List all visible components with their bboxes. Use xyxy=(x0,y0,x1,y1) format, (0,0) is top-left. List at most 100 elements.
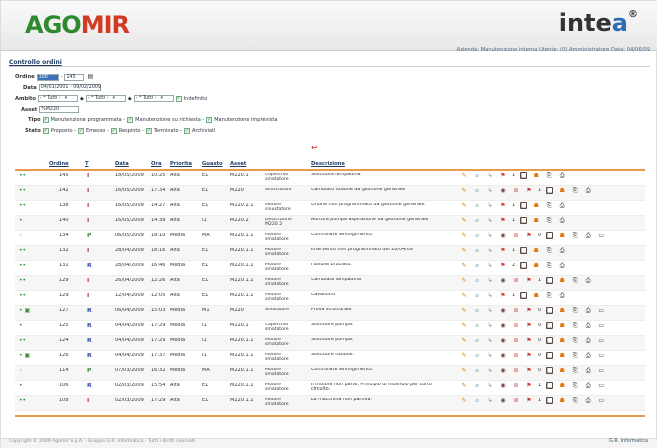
redirect-icon[interactable]: ↳ xyxy=(486,187,494,195)
folder-icon[interactable]: ☗ xyxy=(532,217,540,225)
col-asset[interactable]: Asset xyxy=(230,161,246,167)
table-row[interactable]: •• 129 I 26/04/2009 12:26 Alta E1 M220.1.1 Motor… xyxy=(15,276,645,291)
print-icon[interactable]: ⎙ xyxy=(584,232,592,240)
folder-icon[interactable]: ☗ xyxy=(558,397,566,405)
redirect-icon[interactable]: ↳ xyxy=(486,292,494,300)
table-row[interactable]: • ▣ 127 R 06/04/2009 15:03 Media M1 M220 Smatato… xyxy=(15,306,645,321)
document-icon[interactable]: ■ xyxy=(546,187,554,194)
redirect-icon[interactable]: ↳ xyxy=(486,232,494,240)
redirect-icon[interactable]: ↳ xyxy=(486,307,494,315)
ordine-from-input[interactable]: 100 xyxy=(36,73,59,81)
redirect-icon[interactable]: ↳ xyxy=(486,172,494,180)
redirect-icon[interactable]: ↳ xyxy=(486,247,494,255)
document-icon[interactable]: ■ xyxy=(546,277,554,284)
redirect-icon[interactable]: ↳ xyxy=(486,397,494,405)
stato-respinto-checkbox[interactable]: ✓ xyxy=(110,128,117,134)
flag-icon[interactable]: ⚑ xyxy=(525,352,533,360)
flag-icon[interactable]: ⚑ xyxy=(525,232,533,240)
cancel-icon[interactable]: ⊘ xyxy=(512,277,520,285)
flag-icon[interactable]: ⚑ xyxy=(525,322,533,330)
copy-icon[interactable]: ⎘ xyxy=(545,202,553,210)
attachment-icon[interactable]: ⌀ xyxy=(473,262,481,270)
ordine-to-input[interactable]: 145 xyxy=(64,73,85,81)
table-row[interactable]: •• 108 I 02/03/2009 17:29 Alta E1 M220.1.1 Motor… xyxy=(15,396,645,411)
stato-proposto-checkbox[interactable]: ✓ xyxy=(42,128,49,134)
tipo-programmata-checkbox[interactable]: ✓ xyxy=(42,117,49,123)
print-icon[interactable]: ⎙ xyxy=(584,367,592,375)
edit-icon[interactable]: ✎ xyxy=(460,397,468,405)
folder-icon[interactable]: ☗ xyxy=(532,262,540,270)
table-row[interactable]: ◦ 134 P 06/05/2009 18:10 Media MA M220.1.1 Motor… xyxy=(15,231,645,246)
copy-icon[interactable]: ⎘ xyxy=(545,217,553,225)
folder-icon[interactable]: ☗ xyxy=(532,202,540,210)
ambito-select-2[interactable]: - * Tutti - ▾ xyxy=(85,95,126,102)
folder-icon[interactable]: ☗ xyxy=(558,382,566,390)
folder-icon[interactable]: ☗ xyxy=(558,187,566,195)
print-icon[interactable]: ⎙ xyxy=(584,322,592,330)
folder-icon[interactable]: ☗ xyxy=(558,322,566,330)
attachment-icon[interactable]: ⌀ xyxy=(473,367,481,375)
attachment-icon[interactable]: ⌀ xyxy=(473,247,481,255)
archive-icon[interactable]: ▭ xyxy=(597,337,605,345)
table-row[interactable]: • ▣ 126 R 04/04/2009 17:37 Media I1 M220.1.1 Mot… xyxy=(15,351,645,366)
copy-icon[interactable]: ⎘ xyxy=(571,232,579,240)
cancel-icon[interactable]: ⊘ xyxy=(512,322,520,330)
redirect-icon[interactable]: ↳ xyxy=(486,262,494,270)
document-icon[interactable]: ■ xyxy=(546,232,554,239)
document-icon[interactable]: ■ xyxy=(546,337,554,344)
folder-icon[interactable]: ☗ xyxy=(532,247,540,255)
flag-icon[interactable]: ⚑ xyxy=(499,202,507,210)
col-priorita[interactable]: Priorita xyxy=(170,161,192,167)
copy-icon[interactable]: ⎘ xyxy=(571,187,579,195)
edit-icon[interactable]: ✎ xyxy=(460,232,468,240)
document-icon[interactable]: ■ xyxy=(520,247,528,254)
table-row[interactable]: • 106 R 02/03/2009 15:54 Alta E1 M220.1.1 Motore… xyxy=(15,381,645,396)
document-icon[interactable]: ■ xyxy=(520,262,528,269)
document-icon[interactable]: ■ xyxy=(546,382,554,389)
folder-icon[interactable]: ☗ xyxy=(558,277,566,285)
cancel-icon[interactable]: ⊘ xyxy=(512,367,520,375)
cancel-icon[interactable]: ⊘ xyxy=(512,337,520,345)
attachment-icon[interactable]: ⌀ xyxy=(473,352,481,360)
flag-icon[interactable]: ⚑ xyxy=(525,187,533,195)
attachment-icon[interactable]: ⌀ xyxy=(473,232,481,240)
copy-icon[interactable]: ⎘ xyxy=(571,337,579,345)
copy-icon[interactable]: ⎘ xyxy=(571,397,579,405)
material-icon[interactable]: ◉ xyxy=(499,187,507,195)
archive-icon[interactable]: ▭ xyxy=(597,322,605,330)
redirect-icon[interactable]: ↳ xyxy=(486,202,494,210)
tipo-imprevista-checkbox[interactable]: ✓ xyxy=(206,117,213,123)
material-icon[interactable]: ◉ xyxy=(499,307,507,315)
print-icon[interactable]: ⎙ xyxy=(558,202,566,210)
attachment-icon[interactable]: ⌀ xyxy=(473,322,481,330)
calculator-icon[interactable]: ▤ xyxy=(86,73,94,81)
document-icon[interactable]: ■ xyxy=(546,307,554,314)
document-icon[interactable]: ■ xyxy=(546,367,554,374)
attachment-icon[interactable]: ⌀ xyxy=(473,337,481,345)
material-icon[interactable]: ◉ xyxy=(499,277,507,285)
col-ora[interactable]: Ora xyxy=(151,161,161,167)
archive-icon[interactable]: ▭ xyxy=(597,382,605,390)
col-descrizione[interactable]: Descrizione xyxy=(311,161,345,167)
col-data[interactable]: Data xyxy=(115,161,129,167)
document-icon[interactable]: ■ xyxy=(520,172,528,179)
table-row[interactable]: •• 129 I 12/04/2009 12:05 Alta E1 M220.1.1 Motor… xyxy=(15,291,645,306)
stato-emesso-checkbox[interactable]: ✓ xyxy=(77,128,84,134)
folder-icon[interactable]: ☗ xyxy=(532,292,540,300)
document-icon[interactable]: ■ xyxy=(520,202,528,209)
asset-input[interactable]: %M220 xyxy=(39,106,80,113)
table-row[interactable]: •• 145 I 18/05/2009 10:25 Alta E1 M220.1 Coperch… xyxy=(15,171,645,186)
print-icon[interactable]: ⎙ xyxy=(558,247,566,255)
flag-icon[interactable]: ⚑ xyxy=(525,397,533,405)
material-icon[interactable]: ◉ xyxy=(499,397,507,405)
document-icon[interactable]: ■ xyxy=(546,397,554,404)
redirect-icon[interactable]: ↳ xyxy=(486,277,494,285)
search-button[interactable]: ↩ xyxy=(311,143,318,152)
cancel-icon[interactable]: ⊘ xyxy=(512,352,520,360)
table-row[interactable]: •• 142 I 16/05/2009 17:34 Alta E1 M220 Sinistrat… xyxy=(15,186,645,201)
folder-icon[interactable]: ☗ xyxy=(558,352,566,360)
stato-terminato-checkbox[interactable]: ✓ xyxy=(145,128,152,134)
table-row[interactable]: •• 131 R 28/04/2009 16:46 Media E1 M220.1.1 Moto… xyxy=(15,261,645,276)
copy-icon[interactable]: ⎘ xyxy=(571,352,579,360)
document-icon[interactable]: ■ xyxy=(546,352,554,359)
